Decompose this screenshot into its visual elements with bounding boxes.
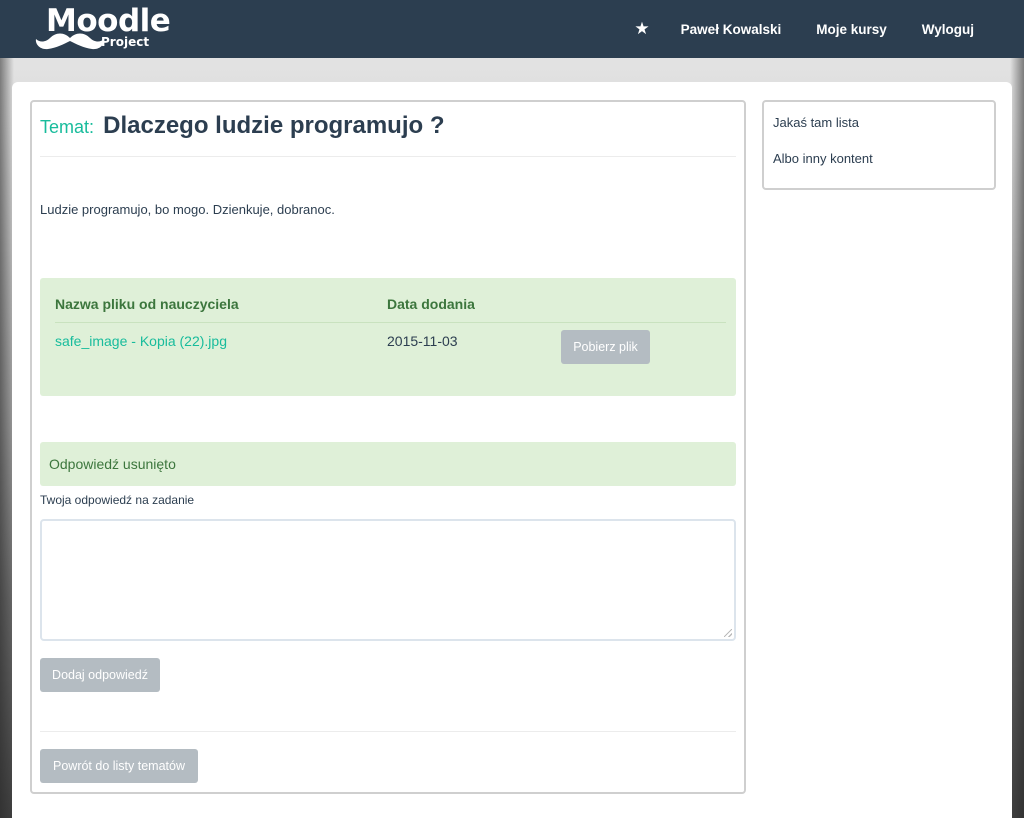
topic-label: Temat: [40,117,95,137]
star-icon[interactable]: ★ [634,19,649,39]
download-file-button[interactable]: Pobierz plik [561,330,650,364]
content-container: Temat: Dlaczego ludzie programujo ? Ludz… [12,82,1012,818]
table-header-divider [55,322,726,323]
sidebar-item: Jakaś tam lista [773,115,859,130]
sidebar-panel: Jakaś tam lista Albo inny kontent [762,100,996,190]
add-answer-button[interactable]: Dodaj odpowiedź [40,658,160,692]
title-divider [40,156,736,157]
file-date: 2015-11-03 [387,333,458,349]
topic-description: Ludzie programujo, bo mogo. Dzienkuje, d… [40,202,335,217]
column-header-file-name: Nazwa pliku od nauczyciela [55,296,239,312]
sidebar-item: Albo inny kontent [773,151,873,166]
page-title: Temat: Dlaczego ludzie programujo ? [40,112,445,140]
alert-text: Odpowiedź usunięto [49,456,176,472]
mustache-icon [35,33,105,50]
topic-panel: Temat: Dlaczego ludzie programujo ? Ludz… [30,100,746,794]
footer-divider [40,731,736,732]
answer-textarea[interactable] [40,519,736,641]
top-navbar: Moodle Project ★ Paweł Kowalski Moje kur… [0,0,1024,58]
teacher-files-table: Nazwa pliku od nauczyciela Data dodania … [40,278,736,396]
nav-user-name[interactable]: Paweł Kowalski [681,22,782,37]
nav-my-courses[interactable]: Moje kursy [816,22,887,37]
logo[interactable]: Moodle Project [34,2,184,56]
topic-title: Dlaczego ludzie programujo ? [103,112,445,139]
back-to-topics-button[interactable]: Powrót do listy tematów [40,749,198,783]
file-link[interactable]: safe_image - Kopia (22).jpg [55,333,227,349]
alert-message: Odpowiedź usunięto [40,442,736,486]
column-header-date: Data dodania [387,296,475,312]
logo-subtitle: Project [101,35,150,49]
answer-label: Twoja odpowiedź na zadanie [40,493,195,507]
nav-menu: ★ Paweł Kowalski Moje kursy Wyloguj [634,0,1024,58]
nav-logout[interactable]: Wyloguj [922,22,974,37]
resize-handle-icon[interactable] [724,629,732,637]
